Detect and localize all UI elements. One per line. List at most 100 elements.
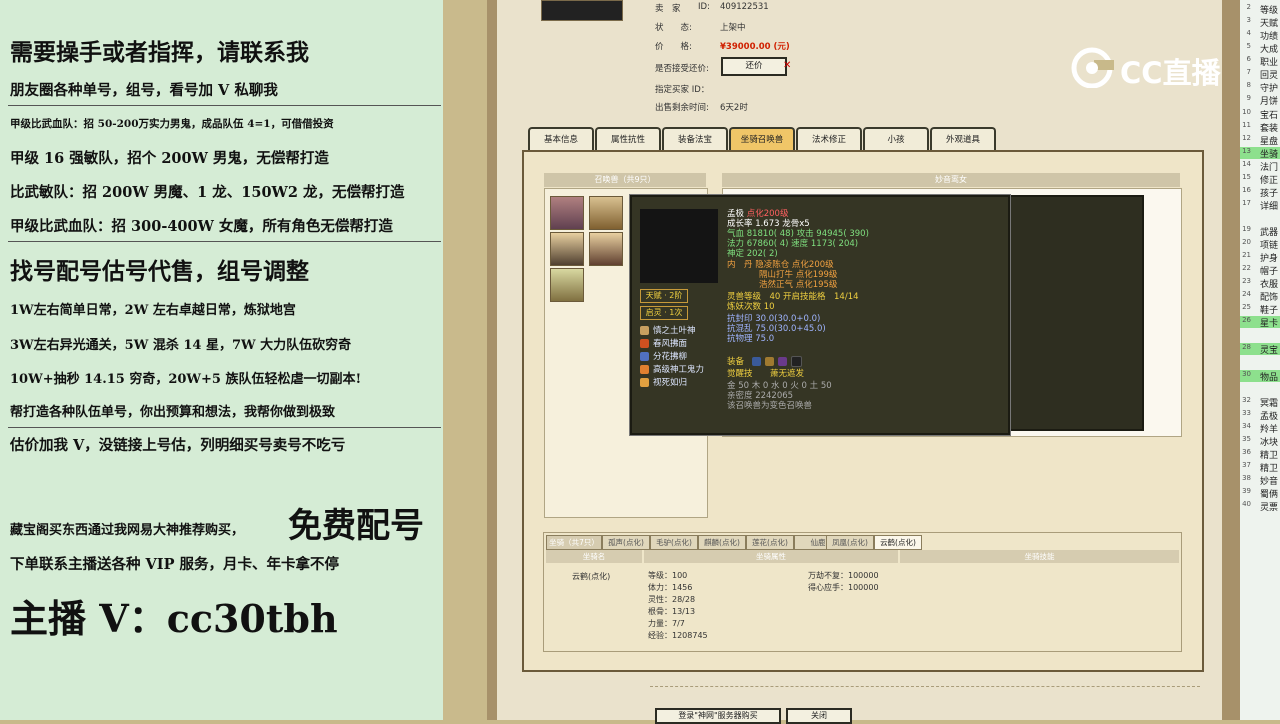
right-list-item[interactable]: 32 冥霜 [1240, 396, 1280, 409]
pet-list-header: 召唤兽（共9只） [544, 173, 706, 187]
right-list-item[interactable]: 26 星卡 [1240, 316, 1280, 329]
right-list-item[interactable]: 39 蜀俩 [1240, 487, 1280, 500]
right-list-item[interactable]: 34 羚羊 [1240, 422, 1280, 435]
tab-basic-info[interactable]: 基本信息 [528, 127, 594, 151]
tab-appearance[interactable]: 外观道具 [930, 127, 996, 151]
mount-tab[interactable]: 云鹤(点化) [874, 535, 922, 550]
promo-line: 甲级比武血队：招 300-400W 女魔，所有角色无偿帮打造 [10, 218, 393, 235]
mount-tab[interactable]: 孤声(点化) [602, 535, 650, 550]
right-list-num: 40 [1242, 500, 1251, 508]
right-list-item[interactable]: 19 武器 [1240, 225, 1280, 238]
right-list-item[interactable]: 37 精卫 [1240, 461, 1280, 474]
right-list-item[interactable]: 25 鞋子 [1240, 303, 1280, 316]
right-list-item[interactable]: 12 星盘 [1240, 134, 1280, 147]
pet-skill: 慎之土叶神 [653, 326, 696, 336]
right-list: 2 等级 3 天赋 4 功绩 5 大成 6 职业 7 回灵 8 守护 9 月饼 10 宝石 11 套装 12 星盘 13 坐骑… [1240, 0, 1280, 720]
right-list-item[interactable]: 21 护身 [1240, 251, 1280, 264]
right-list-item[interactable]: 40 灵票 [1240, 500, 1280, 513]
pet-avatar[interactable] [550, 232, 584, 266]
mount-tab[interactable]: 莲花(点化) [746, 535, 794, 550]
pet-detail-header: 妙音鸾女 [722, 173, 1180, 187]
promo-line: 1W左右简单日常，2W 左右卓越日常，炼狱地宫 [10, 303, 296, 318]
right-list-item[interactable]: 6 职业 [1240, 55, 1280, 68]
bargain-button[interactable]: 还价 [721, 57, 787, 76]
pet-mp-spd: 法力 67860( 4) 速度 1173( 204) [727, 239, 859, 249]
right-list-item[interactable]: 5 大成 [1240, 42, 1280, 55]
tab-spell[interactable]: 法术修正 [796, 127, 862, 151]
right-list-item[interactable]: 22 帽子 [1240, 264, 1280, 277]
right-list-item[interactable]: 11 套装 [1240, 121, 1280, 134]
right-list-item[interactable]: 38 妙音 [1240, 474, 1280, 487]
right-list-text: 天赋 [1260, 19, 1279, 29]
pet-juexing: 萧无遮发 [770, 369, 805, 379]
tab-attributes[interactable]: 属性抗性 [595, 127, 661, 151]
cc-logo-text: CC直播 [1120, 56, 1221, 90]
pet-hp-atk: 气血 81810( 48) 攻击 94945( 390) [727, 229, 869, 239]
right-list-item[interactable]: 15 修正 [1240, 173, 1280, 186]
right-list-item[interactable]: 4 功绩 [1240, 29, 1280, 42]
promo-panel: 需要操手或者指挥，请联系我 朋友圈各种单号，组号，看号加 V 私聊我 甲级比武血… [0, 0, 443, 720]
right-list-item[interactable]: 7 回灵 [1240, 68, 1280, 81]
skill-icon [640, 352, 649, 361]
price-label: 价 格: [655, 42, 692, 52]
right-list-num: 11 [1242, 121, 1251, 129]
right-list-item[interactable]: 20 项链 [1240, 238, 1280, 251]
mount-tab[interactable]: 毛驴(点化) [650, 535, 698, 550]
skill-icon [640, 339, 649, 348]
right-list-num: 23 [1242, 277, 1251, 285]
pet-note: 该召唤兽为变色召唤兽 [727, 401, 813, 411]
tab-equipment[interactable]: 装备法宝 [662, 127, 728, 151]
right-list-item[interactable]: 24 配饰 [1240, 290, 1280, 303]
right-list-num: 37 [1242, 461, 1251, 469]
streamer-contact: 主播 V：cc30tbh [10, 596, 338, 641]
right-list-item[interactable]: 17 详细 [1240, 199, 1280, 212]
pet-avatar[interactable] [550, 268, 584, 302]
pet-avatar[interactable] [589, 232, 623, 266]
mount-tab[interactable]: 麒麟(点化) [698, 535, 746, 550]
right-list-item[interactable]: 14 法门 [1240, 160, 1280, 173]
right-list-item[interactable]: 30 物品 [1240, 370, 1280, 383]
promo-line: 藏宝阁买东西通过我网易大神推荐购买， [10, 523, 245, 538]
pet-skill: 视死如归 [653, 378, 688, 388]
right-list-item[interactable]: 10 宝石 [1240, 108, 1280, 121]
mount-col-skill: 坐骑技能 [900, 550, 1179, 563]
right-list-text: 配饰 [1260, 293, 1279, 303]
right-list-item[interactable]: 16 孩子 [1240, 186, 1280, 199]
pet-neidan-3: 浩然正气 点化195级 [759, 280, 838, 290]
tab-mount-pet[interactable]: 坐骑召唤兽 [729, 127, 795, 151]
pet-name: 孟极 [727, 209, 745, 219]
right-list-text: 孟极 [1260, 412, 1279, 422]
pet-avatar[interactable] [550, 196, 584, 230]
seller-id-label: ID: [698, 2, 710, 12]
right-list-item[interactable]: 3 天赋 [1240, 16, 1280, 29]
skill-icon [640, 326, 649, 335]
right-list-item[interactable]: 36 精卫 [1240, 448, 1280, 461]
right-list-num: 39 [1242, 487, 1251, 495]
login-buy-button[interactable]: 登录"神网"服务器购买 [655, 708, 781, 724]
right-list-item[interactable]: 33 孟极 [1240, 409, 1280, 422]
border-strip [487, 0, 497, 720]
pet-growth: 成长率 1.673 龙骨x5 [727, 219, 810, 229]
mount-tab[interactable]: 凤凰(点化) [826, 535, 874, 550]
close-button[interactable]: 关闭 [786, 708, 852, 724]
mount-attr: 体力：1456 [648, 583, 693, 592]
right-list-item[interactable]: 35 冰块 [1240, 435, 1280, 448]
right-list-text: 修正 [1260, 176, 1279, 186]
right-list-item[interactable]: 9 月饼 [1240, 94, 1280, 107]
right-list-item[interactable]: 8 守护 [1240, 81, 1280, 94]
right-list-item[interactable]: 23 衣服 [1240, 277, 1280, 290]
right-list-num: 32 [1242, 396, 1251, 404]
right-list-num: 24 [1242, 290, 1251, 298]
mount-attr: 等级：100 [648, 571, 688, 580]
right-list-text: 护身 [1260, 254, 1279, 264]
pet-skill: 分花拂柳 [653, 352, 688, 362]
right-list-item[interactable]: 13 坐骑 [1240, 147, 1280, 160]
pet-avatar[interactable] [589, 196, 623, 230]
skill-icon [640, 365, 649, 374]
right-list-text: 功绩 [1260, 32, 1279, 42]
tab-child[interactable]: 小孩 [863, 127, 929, 151]
right-list-item[interactable]: 2 等级 [1240, 3, 1280, 16]
close-icon: ✕ [783, 60, 792, 71]
right-list-item[interactable]: 28 灵宝 [1240, 343, 1280, 356]
right-list-num: 26 [1242, 316, 1251, 324]
